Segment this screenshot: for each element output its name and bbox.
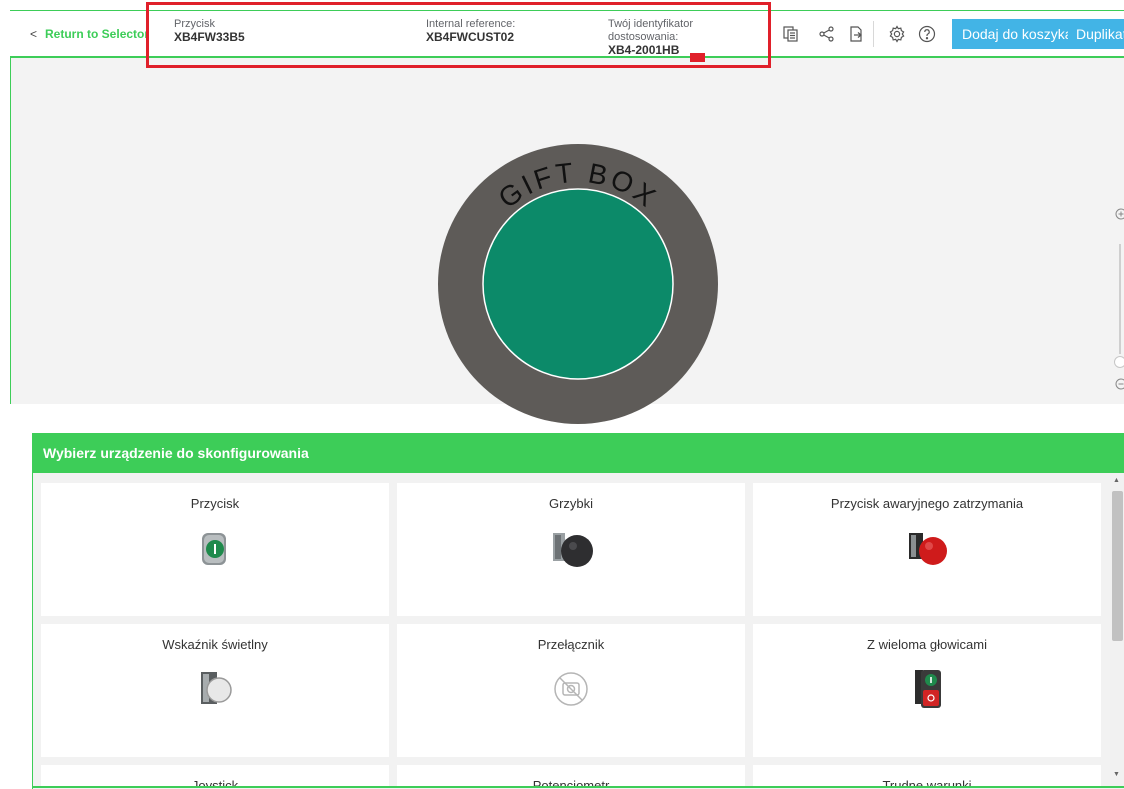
scroll-down-arrow-icon[interactable]: ▼ bbox=[1113, 771, 1120, 778]
tile-label: Przełącznik bbox=[537, 637, 605, 652]
no-image-icon bbox=[554, 672, 588, 706]
panel-title: Wybierz urządzenie do skonfigurowania bbox=[43, 445, 309, 461]
chevron-left-icon: < bbox=[30, 27, 38, 41]
add-to-cart-button[interactable]: Dodaj do koszyka bbox=[952, 19, 1083, 49]
pushbutton-preview: GIFT BOX bbox=[438, 144, 718, 424]
pushbutton-green-icon bbox=[202, 533, 226, 565]
return-to-selector-link[interactable]: < Return to Selector bbox=[30, 27, 149, 41]
header-divider bbox=[873, 21, 874, 47]
tile-label: Potencjometr bbox=[532, 778, 610, 786]
emergency-stop-red-icon bbox=[909, 533, 947, 565]
device-tile-selector-switch[interactable]: Przełącznik bbox=[397, 624, 745, 757]
mushroom-black-icon bbox=[553, 533, 593, 567]
share-icon[interactable] bbox=[818, 25, 836, 43]
annotation-box bbox=[146, 2, 771, 68]
button-cap bbox=[482, 188, 674, 380]
tile-label: Grzybki bbox=[548, 496, 594, 511]
zoom-slider-track[interactable] bbox=[1119, 244, 1121, 354]
zoom-in-icon[interactable] bbox=[1115, 208, 1124, 220]
device-tile-joystick[interactable]: Joystick bbox=[41, 765, 389, 786]
panel-bottom-border bbox=[33, 786, 1124, 788]
device-tile-multi-head[interactable]: Z wieloma głowicami bbox=[753, 624, 1101, 757]
preview-canvas[interactable]: GIFT BOX bbox=[10, 58, 1124, 424]
settings-icon[interactable] bbox=[888, 25, 906, 43]
device-tile-pushbutton[interactable]: Przycisk bbox=[41, 483, 389, 616]
export-icon[interactable] bbox=[847, 25, 865, 43]
device-tile-mushroom[interactable]: Grzybki bbox=[397, 483, 745, 616]
configurator-page: < Return to Selector Przycisk XB4FW33B5 I… bbox=[0, 0, 1124, 789]
device-tile-potentiometer[interactable]: Potencjometr bbox=[397, 765, 745, 786]
device-tile-pilot-light[interactable]: Wskaźnik świetlny bbox=[41, 624, 389, 757]
tile-label: Wskaźnik świetlny bbox=[162, 637, 268, 652]
tile-label: Trudne warunki bbox=[882, 778, 972, 786]
duplicate-button[interactable]: Duplikat bbox=[1068, 19, 1124, 49]
tile-label: Joystick bbox=[191, 778, 239, 786]
tile-label: Przycisk awaryjnego zatrzymania bbox=[830, 496, 1024, 511]
help-icon[interactable] bbox=[918, 25, 936, 43]
return-to-selector-label: Return to Selector bbox=[45, 27, 150, 41]
panel-header: Wybierz urządzenie do skonfigurowania bbox=[33, 433, 1124, 473]
double-head-icon bbox=[915, 670, 941, 708]
tile-label: Z wieloma głowicami bbox=[867, 637, 987, 652]
zoom-out-icon[interactable] bbox=[1115, 378, 1124, 390]
device-tile-emergency-stop[interactable]: Przycisk awaryjnego zatrzymania bbox=[753, 483, 1101, 616]
copy-icon[interactable] bbox=[782, 25, 800, 43]
pilot-light-white-icon bbox=[201, 672, 232, 704]
scroll-up-arrow-icon[interactable]: ▲ bbox=[1113, 477, 1120, 484]
panel-scrollbar-thumb[interactable] bbox=[1112, 491, 1123, 641]
device-selection-panel: Wybierz urządzenie do skonfigurowania Pr… bbox=[32, 433, 1124, 789]
tile-label: Przycisk bbox=[190, 496, 240, 511]
redaction-mark bbox=[690, 53, 705, 62]
device-tile-harsh-conditions[interactable]: Trudne warunki bbox=[753, 765, 1101, 786]
zoom-slider-knob[interactable] bbox=[1114, 356, 1124, 368]
